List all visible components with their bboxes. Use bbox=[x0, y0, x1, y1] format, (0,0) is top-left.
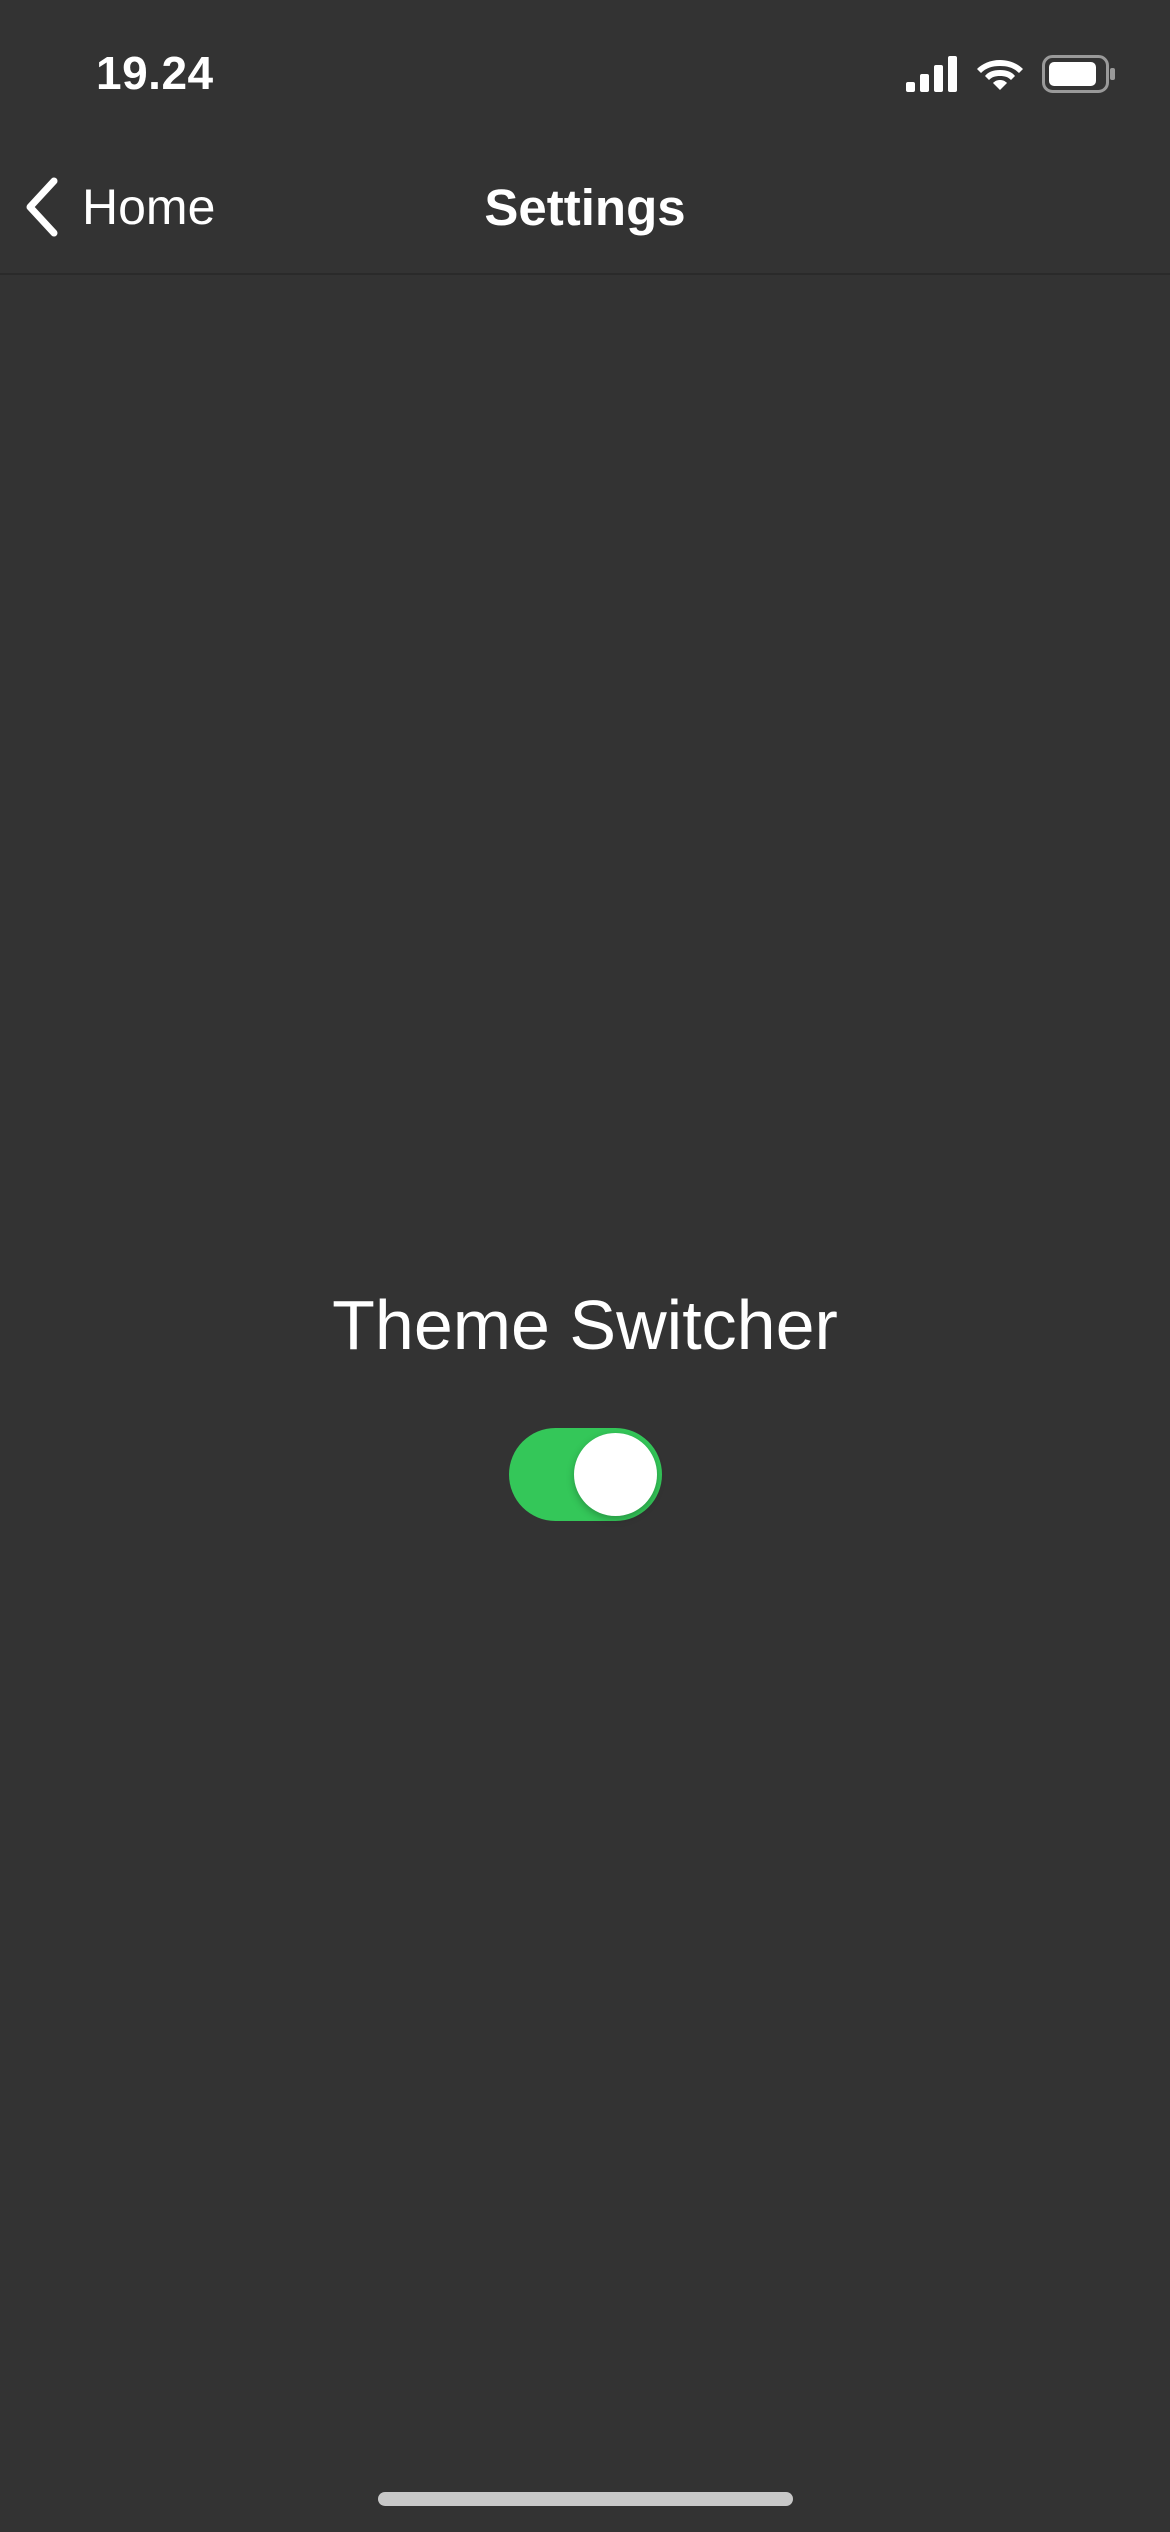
theme-switcher-label: Theme Switcher bbox=[332, 1286, 838, 1364]
battery-icon bbox=[1042, 55, 1115, 93]
cellular-signal-icon bbox=[906, 56, 957, 92]
toggle-knob bbox=[574, 1433, 657, 1516]
settings-content: Theme Switcher bbox=[0, 275, 1170, 2475]
wifi-icon bbox=[977, 60, 1023, 90]
settings-screen: 19.24 Settings Home Theme Switcher bbox=[0, 0, 1170, 2532]
navigation-bar: Settings Home bbox=[0, 140, 1170, 275]
home-indicator[interactable] bbox=[378, 2492, 793, 2506]
back-button-label: Home bbox=[82, 179, 216, 235]
status-icons bbox=[906, 52, 1116, 96]
status-bar: 19.24 bbox=[0, 0, 1170, 140]
theme-switcher-toggle[interactable] bbox=[509, 1428, 662, 1521]
back-button[interactable]: Home bbox=[22, 174, 215, 240]
chevron-left-icon bbox=[26, 177, 58, 237]
status-time: 19.24 bbox=[96, 47, 214, 99]
